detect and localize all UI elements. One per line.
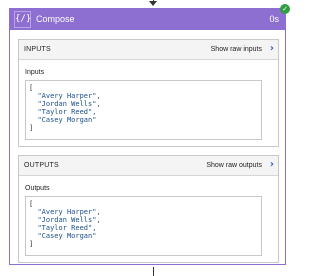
code-value: "Jordan Wells", [37,216,101,224]
inputs-section-title: INPUTS [24,46,51,53]
flow-arrow-icon [149,1,157,6]
action-title: Compose [36,14,75,24]
code-line: "Jordan Wells", [29,216,261,224]
code-close-bracket: ] [29,124,34,132]
code-line: "Casey Morgan" [29,116,261,124]
outputs-code-box: [ "Avery Harper", "Jordan Wells", "Taylo… [25,196,262,256]
code-line: "Casey Morgan" [29,232,261,240]
outputs-section-header: OUTPUTS Show raw outputs › [19,156,278,176]
code-value: "Casey Morgan" [37,116,97,124]
code-value: "Avery Harper", [37,208,101,216]
code-value: "Avery Harper", [37,92,101,100]
code-line: "Taylor Reed", [29,224,261,232]
inputs-field-label: Inputs [25,69,45,76]
chevron-right-icon[interactable]: › [270,43,274,55]
code-line: "Avery Harper", [29,92,261,100]
outputs-section-title: OUTPUTS [24,162,59,169]
code-value: "Taylor Reed", [37,224,97,232]
code-line: "Taylor Reed", [29,108,261,116]
chevron-right-icon[interactable]: › [270,159,274,171]
success-check-icon: ✓ [280,4,290,14]
curly-braces-icon: {/} [14,11,31,28]
code-open-bracket: [ [29,200,34,208]
inputs-section: INPUTS Show raw inputs › Inputs [ "Avery… [18,39,279,147]
compose-action-card: {/} Compose 0s ✓ INPUTS Show raw inputs … [9,4,290,265]
code-close-bracket: ] [29,240,34,248]
code-line: "Jordan Wells", [29,100,261,108]
code-value: "Taylor Reed", [37,108,97,116]
action-header[interactable]: {/} Compose 0s ✓ [10,4,290,30]
show-raw-inputs-link[interactable]: Show raw inputs [211,45,262,55]
inputs-section-header: INPUTS Show raw inputs › [19,40,278,60]
code-line: "Avery Harper", [29,208,261,216]
code-value: "Jordan Wells", [37,100,101,108]
code-open-bracket: [ [29,84,34,92]
show-raw-outputs-link[interactable]: Show raw outputs [206,161,262,171]
code-value: "Casey Morgan" [37,232,97,240]
action-duration: 0s [269,14,279,24]
outputs-section: OUTPUTS Show raw outputs › Outputs [ "Av… [18,155,279,263]
outputs-field-label: Outputs [25,185,50,192]
inputs-code-box: [ "Avery Harper", "Jordan Wells", "Taylo… [25,80,262,140]
flow-connector-bottom [153,267,154,276]
